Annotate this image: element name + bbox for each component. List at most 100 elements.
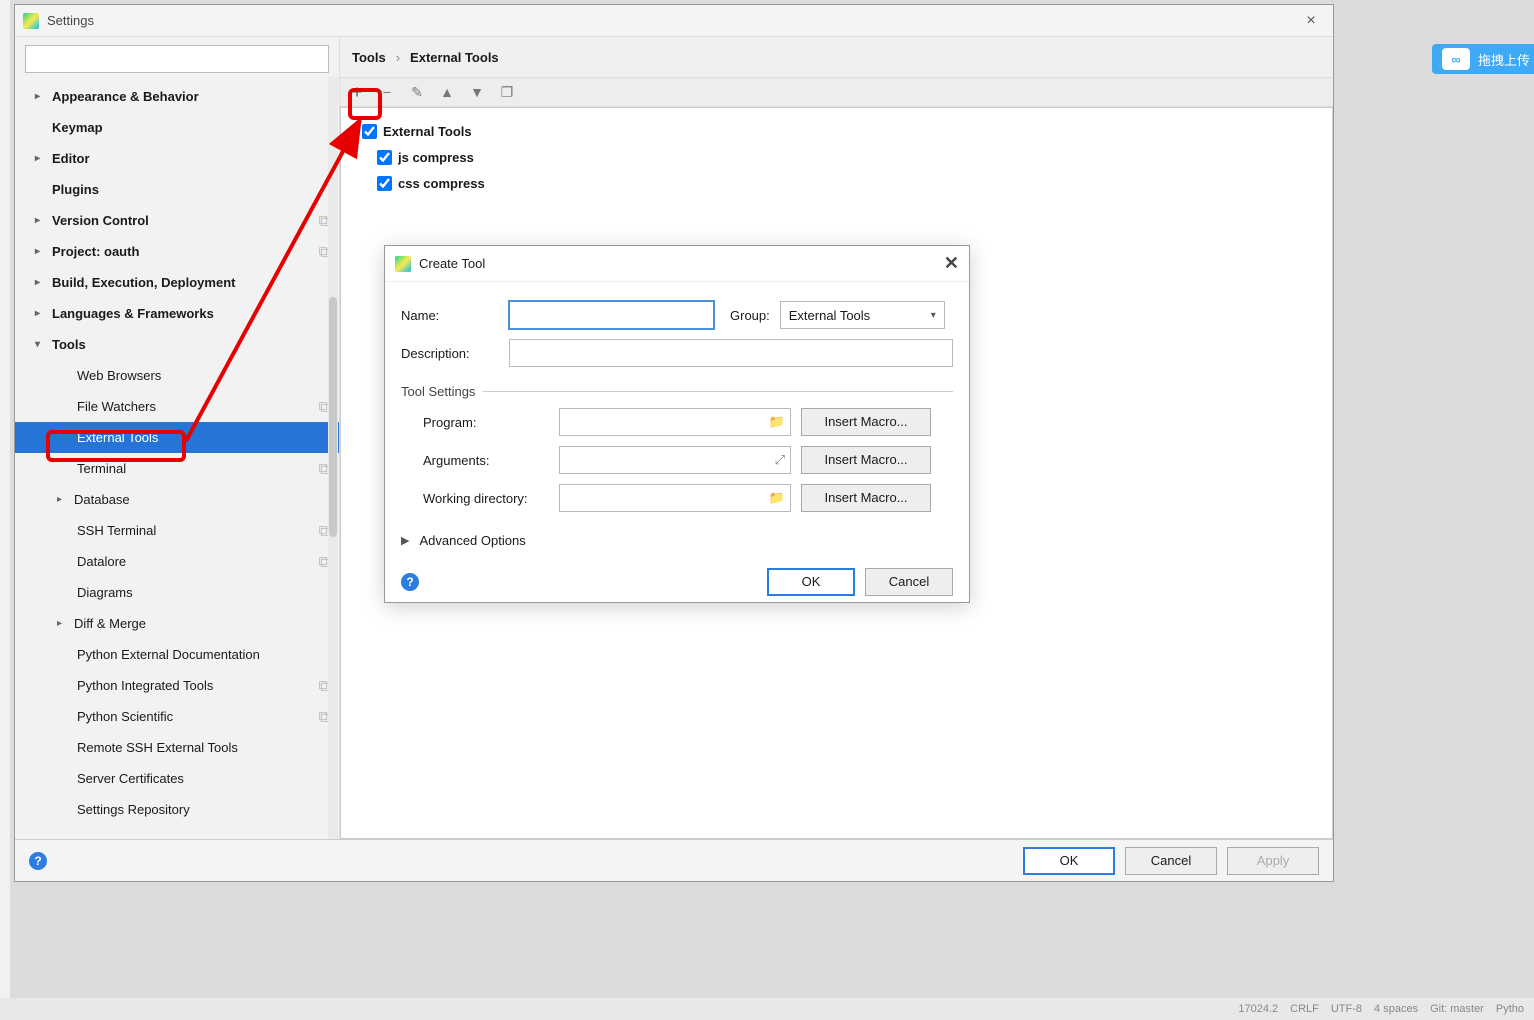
ext-group-checkbox[interactable] (362, 124, 377, 139)
workingdir-input[interactable] (559, 484, 791, 512)
close-icon[interactable]: ✕ (944, 253, 959, 274)
tree-item-settingsrepo[interactable]: Settings Repository (15, 794, 339, 825)
tree-item-vcs[interactable]: ▸Version Control (15, 205, 339, 236)
search-wrap: ▾ (25, 45, 329, 73)
tree-item-pyinttools[interactable]: Python Integrated Tools (15, 670, 339, 701)
close-icon[interactable]: × (1297, 12, 1325, 30)
copy-icon[interactable]: ❐ (498, 83, 516, 101)
ext-tools-tree[interactable]: ▾ External Tools js compress css compres… (351, 118, 1322, 196)
tree-item-database[interactable]: ▸Database (15, 484, 339, 515)
divider (483, 391, 953, 392)
tree-item-project[interactable]: ▸Project: oauth (15, 236, 339, 267)
remove-icon[interactable]: − (378, 83, 396, 101)
insert-macro-button[interactable]: Insert Macro... (801, 484, 931, 512)
group-dropdown[interactable]: External Tools ▾ (780, 301, 945, 329)
tree-label: Build, Execution, Deployment (52, 275, 235, 290)
scrollbar-thumb[interactable] (329, 297, 337, 537)
tree-label: Diff & Merge (74, 616, 146, 631)
tree-item-pyscientific[interactable]: Python Scientific (15, 701, 339, 732)
group-value: External Tools (789, 308, 870, 323)
group-label: Group: (730, 308, 770, 323)
tree-item-build[interactable]: ▸Build, Execution, Deployment (15, 267, 339, 298)
workingdir-label: Working directory: (401, 491, 549, 506)
cancel-button[interactable]: Cancel (865, 568, 953, 596)
ext-tool-row[interactable]: css compress (351, 170, 1322, 196)
chevron-right-icon: ▶ (401, 534, 409, 547)
workingdir-row: Working directory: 📁 Insert Macro... (401, 479, 953, 517)
move-down-icon[interactable]: ▼ (468, 83, 486, 101)
tree-item-diffmerge[interactable]: ▸Diff & Merge (15, 608, 339, 639)
tree-label: Web Browsers (77, 368, 161, 383)
insert-macro-button[interactable]: Insert Macro... (801, 408, 931, 436)
advanced-options[interactable]: ▶ Advanced Options (401, 533, 953, 548)
tree-item-langfw[interactable]: ▸Languages & Frameworks (15, 298, 339, 329)
name-label: Name: (401, 308, 499, 323)
move-up-icon[interactable]: ▲ (438, 83, 456, 101)
breadcrumb-root[interactable]: Tools (352, 50, 386, 65)
tree-item-tools[interactable]: ▾Tools (15, 329, 339, 360)
tree-label: External Tools (77, 430, 158, 445)
ide-statusbar: 17024.2 CRLF UTF-8 4 spaces Git: master … (0, 998, 1534, 1020)
tree-item-webbrowsers[interactable]: Web Browsers (15, 360, 339, 391)
workingdir-input-wrap: 📁 (559, 484, 791, 512)
tree-item-editor[interactable]: ▸Editor (15, 143, 339, 174)
ext-tool-checkbox[interactable] (377, 176, 392, 191)
status-item: Git: master (1430, 1003, 1484, 1015)
tree-item-plugins[interactable]: Plugins (15, 174, 339, 205)
dialog-footer: ? OK Cancel (385, 560, 969, 602)
breadcrumb-leaf: External Tools (410, 50, 499, 65)
tree-item-remotessh[interactable]: Remote SSH External Tools (15, 732, 339, 763)
tree-item-pyextdoc[interactable]: Python External Documentation (15, 639, 339, 670)
tree-item-appearance[interactable]: ▸Appearance & Behavior (15, 81, 339, 112)
edit-icon[interactable]: ✎ (408, 83, 426, 101)
tree-item-diagrams[interactable]: Diagrams (15, 577, 339, 608)
ext-tool-checkbox[interactable] (377, 150, 392, 165)
tree-item-servercerts[interactable]: Server Certificates (15, 763, 339, 794)
status-item: Pytho (1496, 1003, 1524, 1015)
tree-item-sshterminal[interactable]: SSH Terminal (15, 515, 339, 546)
folder-icon[interactable]: 📁 (769, 414, 785, 430)
upload-badge[interactable]: ∞ 拖拽上传 (1432, 44, 1534, 74)
apply-button: Apply (1227, 847, 1319, 875)
insert-macro-button[interactable]: Insert Macro... (801, 446, 931, 474)
sidebar-scrollbar[interactable] (328, 77, 338, 839)
tree-label: Python Scientific (77, 709, 173, 724)
ext-tool-row[interactable]: js compress (351, 144, 1322, 170)
description-input[interactable] (509, 339, 953, 367)
sidebar: ▾ ▸Appearance & Behavior Keymap ▸Editor … (15, 37, 340, 839)
tree-label: Version Control (52, 213, 149, 228)
tree-item-filewatchers[interactable]: File Watchers (15, 391, 339, 422)
chevron-down-icon: ▾ (351, 126, 356, 137)
tree-label: Diagrams (77, 585, 133, 600)
tree-item-external-tools[interactable]: External Tools (15, 422, 339, 453)
help-icon[interactable]: ? (401, 573, 419, 591)
settings-tree[interactable]: ▸Appearance & Behavior Keymap ▸Editor Pl… (15, 81, 339, 839)
status-item: CRLF (1290, 1003, 1319, 1015)
ext-tool-label: js compress (398, 150, 474, 165)
arguments-row: Arguments: ⤢ Insert Macro... (401, 441, 953, 479)
program-input[interactable] (559, 408, 791, 436)
add-icon[interactable]: + (348, 83, 366, 101)
ext-group-row[interactable]: ▾ External Tools (351, 118, 1322, 144)
pycharm-icon (395, 256, 411, 272)
dialog-titlebar: Create Tool ✕ (385, 246, 969, 282)
name-input[interactable] (509, 301, 714, 329)
arguments-label: Arguments: (401, 453, 549, 468)
tree-label: Python Integrated Tools (77, 678, 213, 693)
tree-label: Terminal (77, 461, 126, 476)
expand-icon[interactable]: ⤢ (775, 452, 785, 468)
program-input-wrap: 📁 (559, 408, 791, 436)
tree-item-datalore[interactable]: Datalore (15, 546, 339, 577)
tree-item-terminal[interactable]: Terminal (15, 453, 339, 484)
folder-icon[interactable]: 📁 (769, 490, 785, 506)
tree-label: Plugins (52, 182, 99, 197)
tree-item-keymap[interactable]: Keymap (15, 112, 339, 143)
search-input[interactable] (25, 45, 329, 73)
arguments-input[interactable] (559, 446, 791, 474)
tree-label: Tools (52, 337, 86, 352)
help-icon[interactable]: ? (29, 852, 47, 870)
breadcrumb: Tools › External Tools (340, 37, 1333, 77)
ok-button[interactable]: OK (767, 568, 855, 596)
cancel-button[interactable]: Cancel (1125, 847, 1217, 875)
ok-button[interactable]: OK (1023, 847, 1115, 875)
